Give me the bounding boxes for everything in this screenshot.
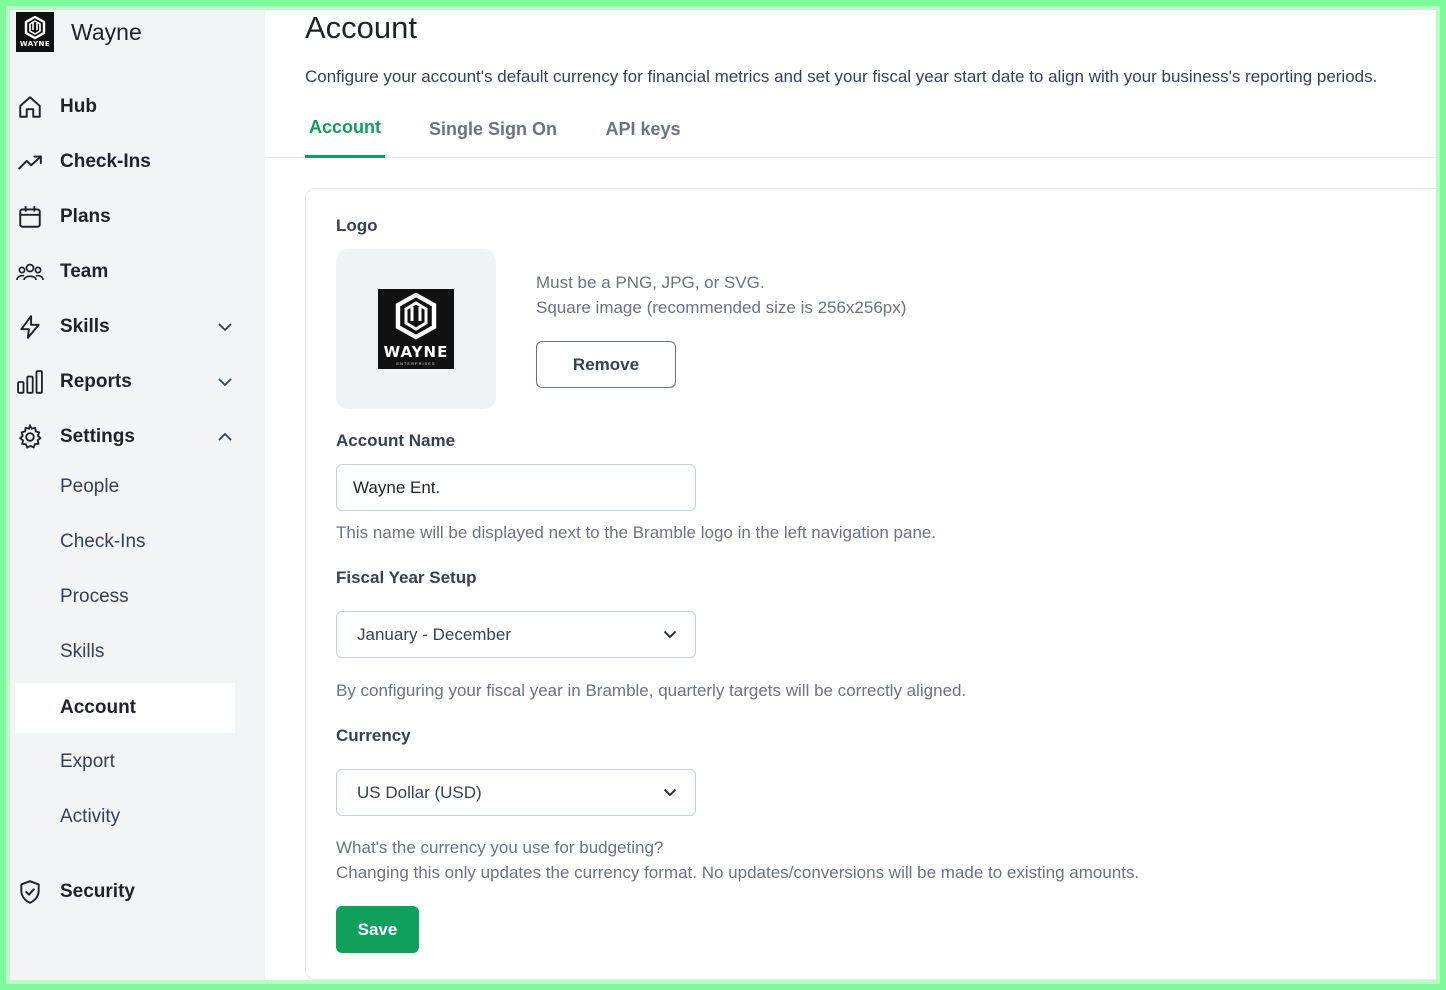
logo-preview[interactable]: WAYNE ENTERPRISES: [336, 249, 496, 409]
fiscal-year-value: January - December: [357, 624, 512, 644]
sidebar-item-label: Skills: [60, 316, 110, 337]
sidebar-item-check-ins[interactable]: Check-Ins: [10, 142, 250, 182]
sidebar-subitem-process[interactable]: Process: [15, 572, 235, 622]
sidebar-subitem-label: People: [60, 476, 120, 497]
logo-wordmark: WAYNE: [383, 342, 449, 361]
sidebar-subitem-label: Process: [60, 586, 129, 607]
sidebar-item-security[interactable]: Security: [10, 872, 250, 912]
logo-label: Logo: [336, 216, 378, 235]
home-icon: [16, 93, 44, 121]
sidebar-item-skills[interactable]: Skills: [10, 307, 250, 347]
logo-size-hint: Square image (recommended size is 256x25…: [536, 298, 907, 317]
bar-chart-icon: [16, 368, 44, 396]
sidebar-subitem-people[interactable]: People: [15, 462, 235, 512]
currency-format-hint: Changing this only updates the currency …: [336, 863, 1140, 882]
currency-select[interactable]: US Dollar (USD): [336, 769, 696, 816]
sidebar-subitem-export[interactable]: Export: [15, 737, 235, 787]
sidebar-item-reports[interactable]: Reports: [10, 362, 250, 402]
account-name-input[interactable]: [336, 464, 696, 511]
sidebar-item-label: Settings: [60, 426, 135, 447]
chevron-down-icon: [661, 784, 679, 802]
sidebar: WAYNE Wayne Hub Check-Ins Plans Team Ski: [10, 10, 265, 980]
chevron-up-icon[interactable]: [215, 427, 235, 447]
sidebar-item-label: Security: [60, 881, 135, 902]
sidebar-item-hub[interactable]: Hub: [10, 87, 250, 127]
tab-api-keys[interactable]: API keys: [601, 100, 685, 158]
sidebar-item-label: Team: [60, 261, 109, 282]
logo-format-hint: Must be a PNG, JPG, or SVG.: [536, 273, 765, 292]
account-name-hint: This name will be displayed next to the …: [336, 523, 937, 542]
brand-logo-text: WAYNE: [19, 40, 51, 48]
wayne-hexagon-icon: [24, 16, 46, 40]
fiscal-year-select[interactable]: January - December: [336, 611, 696, 658]
fiscal-year-hint: By configuring your fiscal year in Bramb…: [336, 681, 967, 700]
fiscal-year-label: Fiscal Year Setup: [336, 568, 477, 587]
shield-check-icon: [16, 878, 44, 906]
tab-account[interactable]: Account: [305, 100, 385, 158]
brand[interactable]: WAYNE Wayne: [16, 10, 142, 54]
sidebar-item-team[interactable]: Team: [10, 252, 250, 292]
remove-logo-button[interactable]: Remove: [536, 341, 676, 388]
currency-label: Currency: [336, 726, 411, 745]
lightning-icon: [16, 313, 44, 341]
currency-value: US Dollar (USD): [357, 782, 482, 802]
currency-question-hint: What's the currency you use for budgetin…: [336, 838, 664, 857]
sidebar-item-label: Hub: [60, 96, 97, 117]
sidebar-subitem-label: Activity: [60, 806, 121, 827]
sidebar-subitem-check-ins[interactable]: Check-Ins: [15, 517, 235, 567]
sidebar-subitem-label: Account: [60, 697, 136, 718]
wayne-hexagon-icon: [395, 292, 437, 340]
calendar-icon: [16, 203, 44, 231]
page-title: Account: [305, 10, 418, 45]
sidebar-item-label: Check-Ins: [60, 151, 151, 172]
sidebar-subitem-label: Check-Ins: [60, 531, 146, 552]
chevron-down-icon[interactable]: [215, 372, 235, 392]
sidebar-subitem-skills[interactable]: Skills: [15, 627, 235, 677]
gear-icon: [16, 423, 44, 451]
tab-single-sign-on[interactable]: Single Sign On: [425, 100, 561, 158]
logo-subtext: ENTERPRISES: [396, 360, 436, 366]
save-button[interactable]: Save: [336, 906, 419, 953]
sidebar-subitem-label: Skills: [60, 641, 105, 662]
sidebar-subitem-account[interactable]: Account: [15, 683, 235, 733]
sidebar-item-label: Plans: [60, 206, 111, 227]
account-name-label: Account Name: [336, 431, 456, 450]
tab-bar: Account Single Sign On API keys: [265, 100, 1435, 158]
trending-up-icon: [16, 148, 44, 176]
users-icon: [16, 258, 44, 286]
chevron-down-icon: [661, 626, 679, 644]
chevron-down-icon[interactable]: [215, 317, 235, 337]
sidebar-item-plans[interactable]: Plans: [10, 197, 250, 237]
page-description: Configure your account's default currenc…: [305, 67, 1378, 86]
brand-logo: WAYNE: [16, 12, 54, 52]
company-logo: WAYNE ENTERPRISES: [378, 289, 454, 369]
sidebar-item-label: Reports: [60, 371, 132, 392]
sidebar-subitem-label: Export: [60, 751, 115, 772]
sidebar-item-settings[interactable]: Settings: [10, 417, 250, 457]
brand-name: Wayne: [71, 18, 142, 45]
sidebar-subitem-activity[interactable]: Activity: [15, 792, 235, 842]
